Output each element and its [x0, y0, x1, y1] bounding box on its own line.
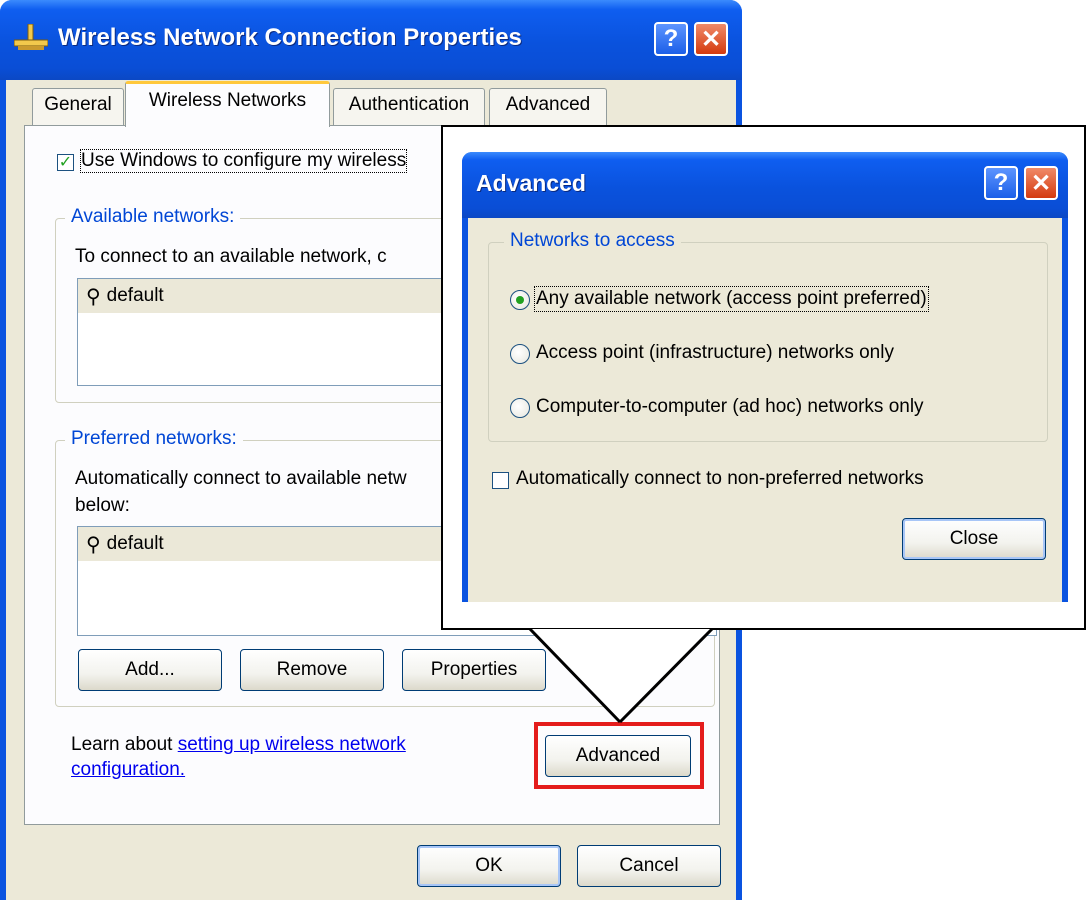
auto-connect-label[interactable]: Automatically connect to non-preferred n…	[516, 468, 924, 490]
close-button-label: Close	[949, 528, 999, 549]
help-icon: ?	[993, 169, 1009, 196]
advanced-dialog: Advanced ? ✕ Networks to access Any avai…	[462, 152, 1068, 602]
close-icon: ✕	[1030, 169, 1052, 197]
radio-access-point-only[interactable]	[510, 344, 530, 364]
advanced-dialog-title: Advanced	[476, 170, 586, 196]
radio-access-point-only-label[interactable]: Access point (infrastructure) networks o…	[536, 342, 894, 364]
advanced-help-button[interactable]: ?	[984, 166, 1018, 200]
advanced-titlebar[interactable]: Advanced ? ✕	[462, 152, 1068, 218]
radio-any-network-label[interactable]: Any available network (access point pref…	[534, 286, 929, 312]
tab-wireless-networks-label: Wireless Networks	[148, 90, 307, 111]
advanced-close-x-button[interactable]: ✕	[1024, 166, 1058, 200]
tab-wireless-networks[interactable]: Wireless Networks	[125, 81, 330, 127]
advanced-dialog-body: Networks to access Any available network…	[468, 218, 1062, 602]
radio-ad-hoc-only[interactable]	[510, 398, 530, 418]
radio-selected-dot	[516, 296, 524, 304]
radio-ad-hoc-only-label[interactable]: Computer-to-computer (ad hoc) networks o…	[536, 396, 924, 418]
auto-connect-checkbox[interactable]	[492, 472, 509, 489]
radio-any-network[interactable]	[510, 290, 530, 310]
advanced-close-button[interactable]: Close	[902, 518, 1046, 560]
networks-to-access-label: Networks to access	[504, 230, 681, 252]
